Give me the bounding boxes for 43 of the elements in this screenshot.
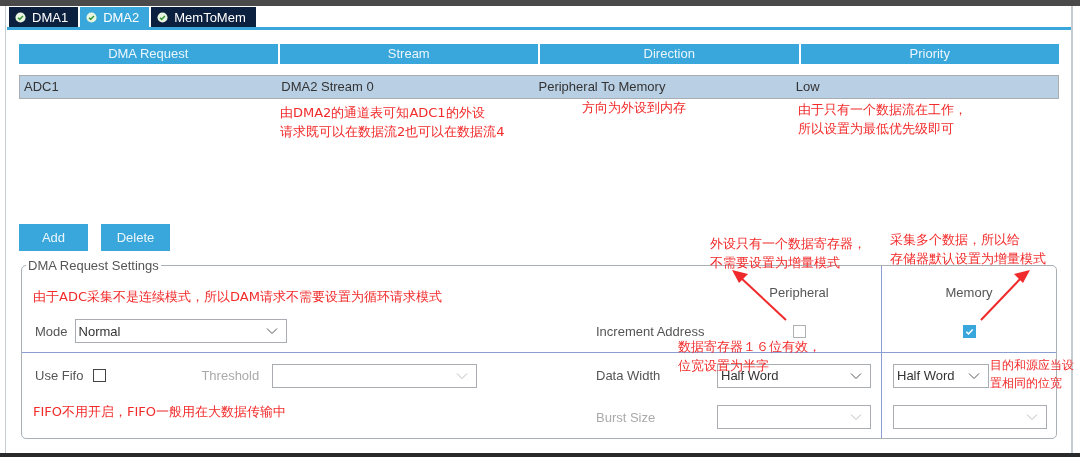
checkbox[interactable] [962,324,976,338]
caret-icon [968,371,980,380]
table-cell-text: ADC1 [23,78,60,96]
tab[interactable]: DMA2 [80,7,150,27]
data-width-dropdown[interactable]: Half Word [893,363,989,388]
tab[interactable]: MemToMem [151,7,256,27]
threshold-dropdown[interactable] [272,363,478,388]
annotation-note: 目的和源应当设 置相同的位宽 [990,357,1074,392]
use-fifo-label: Use Fifo [35,368,84,383]
column-header[interactable]: Direction [540,44,799,64]
checkbox[interactable] [93,369,107,382]
annotation-note: 方向为外设到内存 [582,99,686,117]
caret-icon [850,371,862,380]
burst-size-dropdown[interactable] [893,405,1047,429]
column-header[interactable]: DMA Request [19,44,278,64]
annotation-note: 由DMA2的通道表可知ADC1的外设 请求既可以在数据流2也可以在数据流4 [280,104,505,141]
annotation-note: 由于只有一个数据流在工作， 所以设置为最低优先级即可 [798,101,967,138]
annotation-note: FIFO不用开启，FIFO一般用在大数据传输中 [33,403,287,421]
action-button[interactable]: Add [19,224,88,251]
table-cell-text: DMA2 Stream 0 [280,78,375,96]
column-header[interactable]: Stream [279,44,538,64]
threshold-label: Threshold [201,368,260,383]
burst-size-label: Burst Size [596,409,656,425]
caret-icon [1026,413,1038,421]
group-title: DMA Request Settings [26,258,161,273]
mode-dropdown[interactable]: Normal [74,319,287,343]
column-label: Memory [945,284,993,300]
mode-label: Mode [35,323,68,339]
tab[interactable]: DMA1 [9,7,79,27]
action-button[interactable]: Delete [101,224,170,251]
burst-size-dropdown[interactable] [717,405,871,429]
increment-address-label: Increment Address [596,323,705,339]
caret-icon [265,327,278,335]
column-label: Peripheral [769,284,829,300]
column-header[interactable]: Priority [800,44,1059,64]
caret-icon [850,413,862,421]
annotation-note: 外设只有一个数据寄存器， 不需要设置为增量模式 [710,235,866,272]
annotation-note: 采集多个数据，所以给 存储器默认设置为增量模式 [890,231,1046,268]
data-width-label: Data Width [596,368,661,383]
caret-icon [456,371,469,380]
table-cell-text: Peripheral To Memory [537,78,667,96]
table-cell-text: Low [794,78,821,96]
annotation-note: 由于ADC采集不是连续模式，所以DAM请求不需要设置为循环请求模式 [33,288,442,306]
